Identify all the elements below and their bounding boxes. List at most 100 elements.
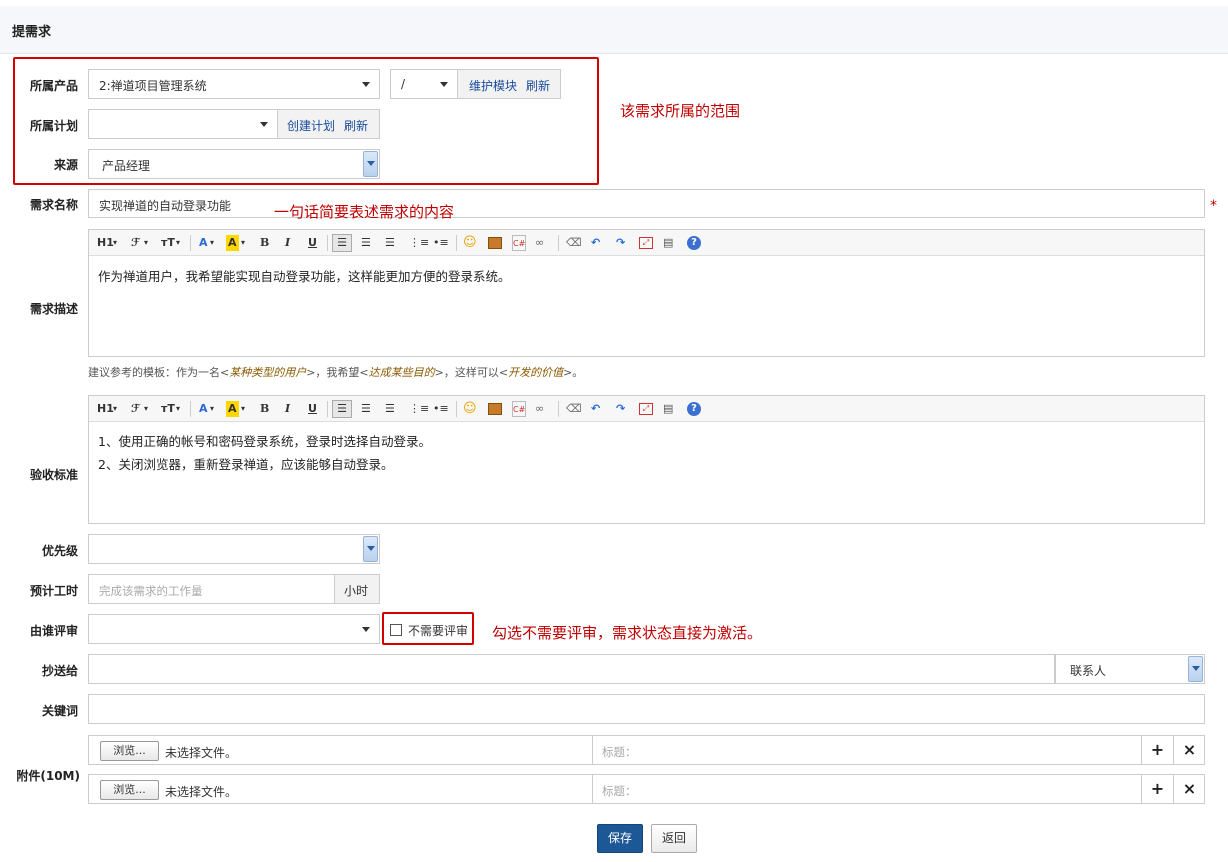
- chevron-down-icon: ▾: [176, 404, 181, 413]
- toolbar-divider: [190, 235, 191, 251]
- heading-button[interactable]: H1: [97, 235, 114, 251]
- code-icon[interactable]: C#: [512, 235, 526, 251]
- reviewer-select[interactable]: [88, 614, 380, 644]
- browse-button[interactable]: 浏览...: [100, 741, 159, 761]
- keywords-label: 关键词: [41, 704, 78, 718]
- verify-line-1: 1、使用正确的帐号和密码登录系统，登录时选择自动登录。: [98, 434, 431, 449]
- page-title: 提需求: [12, 25, 52, 40]
- font-size-button[interactable]: тT: [161, 235, 175, 251]
- mailto-input[interactable]: [88, 654, 1055, 684]
- font-family-button[interactable]: ℱ: [131, 401, 140, 417]
- image-icon[interactable]: [488, 237, 502, 249]
- align-right-icon[interactable]: ☰: [385, 235, 395, 251]
- undo-icon[interactable]: ↶: [591, 235, 600, 251]
- mailto-label: 抄送给: [41, 664, 78, 678]
- verify-content: 1、使用正确的帐号和密码登录系统，登录时选择自动登录。 2、关闭浏览器，重新登录…: [98, 430, 431, 476]
- no-review-label[interactable]: 不需要评审: [408, 622, 468, 639]
- source-code-icon[interactable]: ▤: [663, 401, 673, 417]
- bold-button[interactable]: B: [260, 235, 269, 251]
- eraser-icon[interactable]: ⌫: [566, 401, 582, 417]
- dropdown-arrow-icon[interactable]: [1188, 656, 1203, 682]
- link-icon[interactable]: ∞: [535, 401, 544, 417]
- redo-icon[interactable]: ↷: [616, 235, 625, 251]
- align-left-icon[interactable]: ☰: [332, 400, 352, 418]
- file-row: 浏览... 未选择文件。 标题： + ×: [88, 774, 1205, 804]
- code-icon[interactable]: C#: [512, 401, 526, 417]
- heading-button[interactable]: H1: [97, 401, 114, 417]
- align-center-icon[interactable]: ☰: [361, 401, 371, 417]
- toolbar-divider: [558, 401, 559, 417]
- title-input[interactable]: 实现禅道的自动登录功能: [88, 189, 1205, 218]
- hint-prefix: 建议参考的模板：作为一名<: [88, 366, 230, 379]
- file-title-input[interactable]: 标题：: [602, 744, 637, 760]
- redo-icon[interactable]: ↷: [616, 401, 625, 417]
- emoticon-icon[interactable]: ☺: [463, 235, 477, 251]
- spec-template-hint: 建议参考的模板：作为一名<某种类型的用户>，我希望<达成某些目的>，这样可以<开…: [88, 364, 583, 380]
- remove-file-icon[interactable]: ×: [1173, 735, 1205, 765]
- spec-content: 作为禅道用户，我希望能实现自动登录功能，这样能更加方便的登录系统。: [98, 269, 511, 284]
- background-color-button[interactable]: A: [226, 235, 239, 251]
- spec-editor[interactable]: H1 ▾ ℱ ▾ тT ▾ A ▾ A ▾ B I U ☰ ☰ ☰ ⋮≡ •≡ …: [88, 229, 1205, 357]
- align-right-icon[interactable]: ☰: [385, 401, 395, 417]
- back-button[interactable]: 返回: [651, 824, 697, 853]
- file-title-input[interactable]: 标题：: [602, 783, 637, 799]
- italic-button[interactable]: I: [285, 401, 290, 417]
- title-annotation: 一句话简要表述需求的内容: [274, 203, 455, 221]
- add-file-icon[interactable]: +: [1141, 735, 1173, 765]
- link-icon[interactable]: ∞: [535, 235, 544, 251]
- dropdown-arrow-icon[interactable]: [363, 536, 378, 562]
- estimate-input[interactable]: 完成该需求的工作量: [88, 574, 335, 604]
- undo-icon[interactable]: ↶: [591, 401, 600, 417]
- spec-editor-toolbar: H1 ▾ ℱ ▾ тT ▾ A ▾ A ▾ B I U ☰ ☰ ☰ ⋮≡ •≡ …: [89, 230, 1204, 256]
- unordered-list-icon[interactable]: •≡: [433, 235, 449, 251]
- fullscreen-icon[interactable]: ⤢: [639, 403, 653, 415]
- bold-button[interactable]: B: [260, 401, 269, 417]
- italic-button[interactable]: I: [285, 235, 290, 251]
- estimate-placeholder: 完成该需求的工作量: [99, 584, 203, 598]
- align-left-icon[interactable]: ☰: [332, 234, 352, 252]
- save-button[interactable]: 保存: [597, 824, 643, 853]
- font-family-button[interactable]: ℱ: [131, 235, 140, 251]
- verify-editor[interactable]: H1 ▾ ℱ ▾ тT ▾ A ▾ A ▾ B I U ☰ ☰ ☰ ⋮≡ •≡ …: [88, 395, 1205, 524]
- toolbar-divider: [327, 401, 328, 417]
- file-row-divider: [592, 736, 593, 764]
- ordered-list-icon[interactable]: ⋮≡: [409, 401, 429, 417]
- add-file-icon[interactable]: +: [1141, 774, 1173, 804]
- emoticon-icon[interactable]: ☺: [463, 401, 477, 417]
- background-color-button[interactable]: A: [226, 401, 239, 417]
- file-row-divider: [592, 775, 593, 803]
- font-size-button[interactable]: тT: [161, 401, 175, 417]
- remove-file-icon[interactable]: ×: [1173, 774, 1205, 804]
- image-icon[interactable]: [488, 403, 502, 415]
- hint-goal: 达成某些目的: [368, 366, 435, 379]
- source-code-icon[interactable]: ▤: [663, 235, 673, 251]
- file-status: 未选择文件。: [165, 746, 238, 760]
- hint-mid1: >，我希望<: [306, 366, 369, 379]
- toolbar-divider: [190, 401, 191, 417]
- hint-value: 开发的价值: [508, 366, 564, 379]
- eraser-icon[interactable]: ⌫: [566, 235, 582, 251]
- chevron-down-icon: ▾: [210, 404, 215, 413]
- help-icon[interactable]: ?: [687, 402, 701, 416]
- chevron-down-icon: ▾: [144, 238, 149, 247]
- priority-select[interactable]: [88, 534, 380, 564]
- browse-button[interactable]: 浏览...: [100, 780, 159, 800]
- align-center-icon[interactable]: ☰: [361, 235, 371, 251]
- underline-button[interactable]: U: [308, 235, 317, 251]
- unordered-list-icon[interactable]: •≡: [433, 401, 449, 417]
- scope-annotation: 该需求所属的范围: [620, 102, 741, 120]
- verify-line-2: 2、关闭浏览器，重新登录禅道，应该能够自动登录。: [98, 457, 394, 472]
- chevron-down-icon: ▾: [144, 404, 149, 413]
- font-color-button[interactable]: A: [199, 401, 208, 417]
- keywords-input[interactable]: [88, 694, 1205, 724]
- no-review-checkbox[interactable]: [390, 624, 402, 636]
- toolbar-divider: [456, 401, 457, 417]
- font-color-button[interactable]: A: [199, 235, 208, 251]
- underline-button[interactable]: U: [308, 401, 317, 417]
- contacts-select[interactable]: 联系人: [1055, 654, 1205, 684]
- help-icon[interactable]: ?: [687, 236, 701, 250]
- fullscreen-icon[interactable]: ⤢: [639, 237, 653, 249]
- estimate-label: 预计工时: [29, 584, 78, 598]
- hint-suffix: >。: [563, 366, 584, 379]
- ordered-list-icon[interactable]: ⋮≡: [409, 235, 429, 251]
